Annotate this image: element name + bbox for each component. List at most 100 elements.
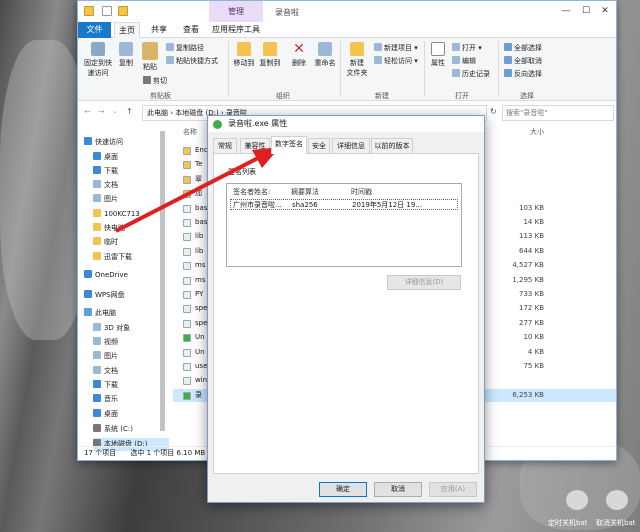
sidebar-item-label: 音乐 <box>104 395 118 403</box>
select-all-button[interactable]: 全部选择 <box>504 43 542 53</box>
sidebar-item-icon <box>93 252 101 260</box>
sidebar-item[interactable]: 快电脑 <box>93 222 125 235</box>
column-digest-algorithm[interactable]: 摘要算法 <box>291 187 319 197</box>
copy-path-button[interactable]: 复制路径 <box>166 43 204 53</box>
forward-arrow-icon[interactable]: → <box>98 107 105 116</box>
signature-list[interactable]: 签名者姓名: 摘要算法 时间戳 广州市录音啦... sha256 2019年5月… <box>226 183 462 267</box>
history-button[interactable]: 历史记录 <box>452 69 490 79</box>
sidebar-item[interactable]: 桌面 <box>93 408 118 421</box>
sidebar-item[interactable]: 快速访问 <box>84 136 123 149</box>
cancel-button[interactable]: 取消 <box>374 482 422 497</box>
minimize-button[interactable]: — <box>560 5 572 17</box>
tab-file[interactable]: 文件 <box>78 22 111 38</box>
sidebar-item[interactable]: 3D 对象 <box>93 322 130 335</box>
sidebar-item[interactable]: 此电脑 <box>84 307 116 320</box>
sidebar-item[interactable]: 图片 <box>93 193 118 206</box>
file-name: Te <box>195 160 203 169</box>
file-name: lib <box>195 232 204 241</box>
column-header-size[interactable]: 大小 <box>530 127 544 137</box>
ribbon-separator <box>228 41 229 97</box>
desktop-label-cancel[interactable]: 取消关机bat <box>596 518 635 528</box>
tab-previous-versions[interactable]: 以前的版本 <box>371 138 413 153</box>
ribbon: 固定到快 速访问 复制 粘贴 复制路径 粘贴快捷方式 剪切 剪贴板 移动到 复制… <box>78 38 616 101</box>
pin-quick-access-button[interactable]: 固定到快 速访问 <box>81 42 115 78</box>
easy-access-label: 轻松访问 ▾ <box>384 57 418 65</box>
sidebar-item[interactable]: 图片 <box>93 350 118 363</box>
file-name: 加 <box>195 189 202 198</box>
copy-path-label: 复制路径 <box>176 44 204 52</box>
move-to-button[interactable]: 移动到 <box>232 42 256 68</box>
up-arrow-icon[interactable]: ↑ <box>126 107 133 116</box>
copy-to-button[interactable]: 复制到 <box>258 42 282 68</box>
refresh-icon[interactable]: ↻ <box>490 107 497 116</box>
details-button[interactable]: 详细信息(D) <box>387 275 461 290</box>
search-input[interactable]: 搜索"录音啦" <box>502 105 614 121</box>
back-arrow-icon[interactable]: ← <box>84 107 91 116</box>
sidebar-item-label: 100KC713 <box>104 210 140 218</box>
new-folder-button[interactable]: 新建 文件夹 <box>344 42 370 78</box>
copy-button[interactable]: 复制 <box>116 42 136 68</box>
delete-button[interactable]: ✕ 删除 <box>288 42 310 68</box>
file-icon <box>183 276 191 285</box>
sidebar-item[interactable]: WPS网盘 <box>84 289 125 302</box>
checkmark-icon[interactable] <box>102 6 112 16</box>
sidebar-item-label: 下载 <box>104 381 118 389</box>
recent-chevron-icon[interactable]: ⌄ <box>112 107 118 115</box>
properties-button[interactable]: 属性 <box>428 42 448 68</box>
tab-compatibility[interactable]: 兼容性 <box>240 138 270 153</box>
apply-button[interactable]: 应用(A) <box>429 482 477 497</box>
column-header-name[interactable]: 名称 <box>183 127 197 137</box>
invert-selection-label: 反向选择 <box>514 70 542 78</box>
sidebar-item[interactable]: 系统 (C:) <box>93 423 133 436</box>
sidebar-item-icon <box>93 323 101 331</box>
column-signer-name[interactable]: 签名者姓名: <box>233 187 270 197</box>
tab-share[interactable]: 共享 <box>146 22 172 38</box>
tab-details[interactable]: 详细信息 <box>332 138 370 153</box>
invert-selection-button[interactable]: 反向选择 <box>504 69 542 79</box>
file-size: 4 KB <box>527 347 544 356</box>
desktop-label-shutdown[interactable]: 定时关机bat <box>548 518 587 528</box>
file-name: 翠 <box>195 174 202 183</box>
easy-access-button[interactable]: 轻松访问 ▾ <box>374 56 418 66</box>
rename-button[interactable]: 重命名 <box>312 42 338 68</box>
sidebar-item[interactable]: 文档 <box>93 179 118 192</box>
cut-button[interactable]: 剪切 <box>143 76 167 86</box>
paste-button[interactable]: 粘贴 <box>139 42 161 72</box>
navigation-pane: 快速访问 桌面 下载 文档 图片 100KC713 快电脑 临时 迅雷下载 OneDrive WPS… <box>78 125 170 451</box>
dialog-title: 录音啦.exe 属性 <box>228 119 288 128</box>
new-item-button[interactable]: 新建项目 ▾ <box>374 43 418 53</box>
tab-security[interactable]: 安全 <box>308 138 330 153</box>
sidebar-item[interactable]: OneDrive <box>84 269 128 282</box>
new-folder-icon[interactable] <box>118 6 128 16</box>
sidebar-item[interactable]: 下载 <box>93 379 118 392</box>
edit-button[interactable]: 编辑 <box>452 56 476 66</box>
open-button[interactable]: 打开 ▾ <box>452 43 482 53</box>
select-none-button[interactable]: 全部取消 <box>504 56 542 66</box>
sidebar-item[interactable]: 桌面 <box>93 151 118 164</box>
context-tab-manage[interactable]: 管理 <box>209 1 263 22</box>
signature-row[interactable]: 广州市录音啦... sha256 2019年5月12日 19... <box>230 199 458 210</box>
tab-view[interactable]: 查看 <box>178 22 204 38</box>
paste-shortcut-icon <box>166 56 174 64</box>
sidebar-item[interactable]: 迅雷下载 <box>93 251 132 264</box>
group-clipboard-label: 剪贴板 <box>150 92 171 100</box>
sidebar-item[interactable]: 视频 <box>93 336 118 349</box>
nav-scrollbar[interactable] <box>160 131 165 431</box>
shortcut-icon[interactable] <box>606 490 628 510</box>
paste-shortcut-button[interactable]: 粘贴快捷方式 <box>166 56 218 66</box>
tab-app-tools[interactable]: 应用程序工具 <box>209 22 263 38</box>
sidebar-item[interactable]: 下载 <box>93 165 118 178</box>
close-button[interactable]: ✕ <box>599 5 611 17</box>
tab-general[interactable]: 常规 <box>213 138 237 153</box>
ok-button[interactable]: 确定 <box>319 482 367 497</box>
sidebar-item[interactable]: 临时 <box>93 236 118 249</box>
maximize-button[interactable]: ☐ <box>580 5 592 17</box>
tab-digital-signature[interactable]: 数字签名 <box>271 136 307 154</box>
column-timestamp[interactable]: 时间戳 <box>351 187 372 197</box>
sidebar-item[interactable]: 文档 <box>93 365 118 378</box>
sidebar-item[interactable]: 音乐 <box>93 393 118 406</box>
shortcut-icon[interactable] <box>566 490 588 510</box>
sidebar-item[interactable]: 100KC713 <box>93 208 140 221</box>
tab-home[interactable]: 主页 <box>114 22 140 38</box>
file-icon <box>183 377 191 386</box>
